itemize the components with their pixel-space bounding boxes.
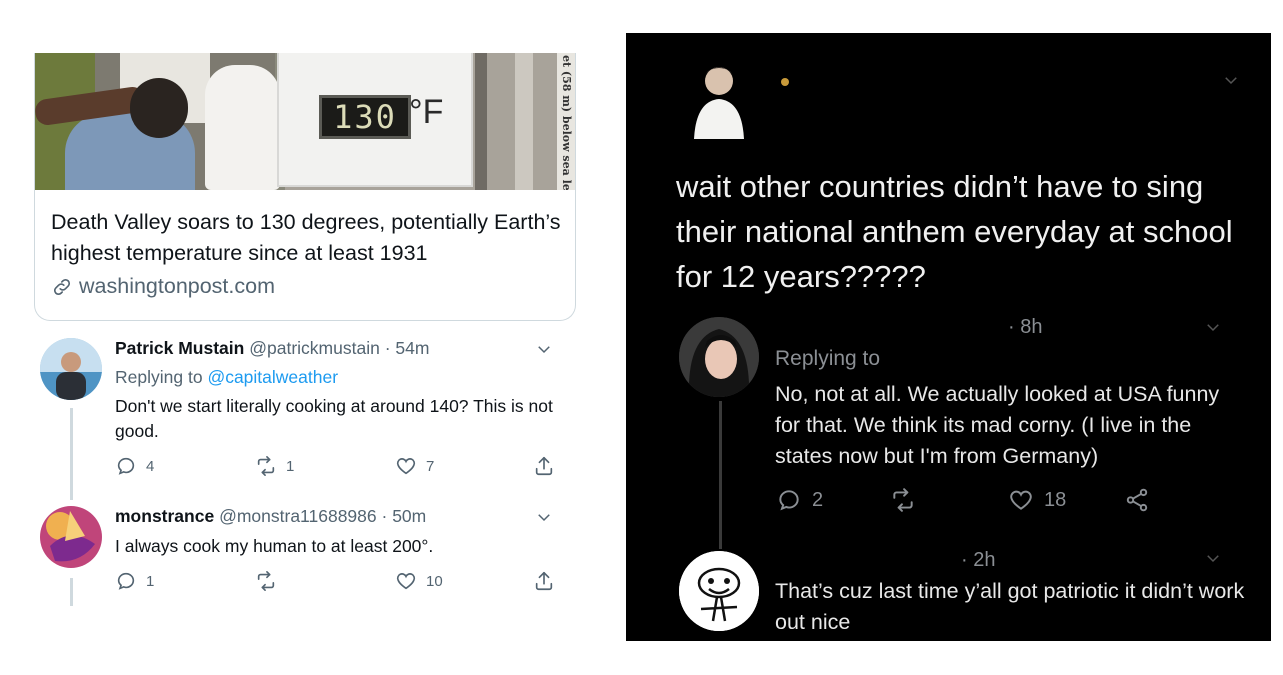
reply1-timestamp[interactable]: · 8h bbox=[1008, 316, 1042, 339]
card-domain-link[interactable]: washingtonpost.com bbox=[51, 274, 275, 299]
dark-tweet-screenshot: wait other countries didn’t have to sing… bbox=[626, 33, 1271, 641]
tweet-header: monstrance @monstra11688986 · 50m bbox=[115, 506, 426, 527]
reply2-text: That’s cuz last time y’all got patriotic… bbox=[775, 579, 1245, 634]
thread-line bbox=[719, 401, 722, 549]
card-title[interactable]: Death Valley soars to 130 degrees, poten… bbox=[51, 207, 566, 269]
reply2-timestamp[interactable]: · 2h bbox=[961, 549, 995, 572]
display-name[interactable]: Patrick Mustain bbox=[115, 338, 244, 358]
heart-icon bbox=[396, 573, 416, 590]
like-count: 10 bbox=[426, 572, 443, 590]
handle[interactable]: @monstra11688986 bbox=[219, 506, 377, 526]
replying-to: Replying to @capitalweather bbox=[115, 367, 338, 388]
share-button[interactable] bbox=[533, 570, 555, 592]
tweet-header: Patrick Mustain @patrickmustain · 54m bbox=[115, 338, 429, 359]
thermometer-reading: 130 bbox=[319, 95, 411, 139]
like-button[interactable]: 18 bbox=[1008, 487, 1066, 513]
share-button[interactable] bbox=[533, 455, 555, 477]
replying-to-label: Replying to bbox=[115, 367, 203, 387]
retweet-icon bbox=[893, 488, 913, 512]
avatar[interactable] bbox=[40, 338, 102, 400]
avatar[interactable] bbox=[686, 59, 752, 139]
heart-icon bbox=[396, 458, 416, 475]
tweet-actions: 4 1 7 bbox=[115, 455, 565, 479]
reply1-actions: 2 18 bbox=[776, 487, 1176, 515]
heart-icon bbox=[1010, 490, 1032, 510]
reply-icon bbox=[779, 490, 799, 511]
reply-count: 1 bbox=[146, 572, 155, 590]
like-button[interactable]: 7 bbox=[395, 455, 434, 477]
like-count: 18 bbox=[1044, 488, 1067, 511]
tweet-actions: 1 10 bbox=[115, 570, 565, 594]
chevron-down-icon[interactable] bbox=[1204, 549, 1222, 567]
tweet-text: I always cook my human to at least 200°. bbox=[115, 536, 434, 556]
heart-emoji-icon bbox=[781, 78, 789, 86]
retweet-button[interactable]: 1 bbox=[255, 455, 294, 477]
link-preview-card[interactable]: 130 °F et (58 m) below sea level Death V… bbox=[34, 53, 576, 321]
like-count: 7 bbox=[426, 457, 435, 475]
chevron-down-icon[interactable] bbox=[535, 340, 553, 358]
chevron-down-icon[interactable] bbox=[1204, 318, 1222, 336]
card-domain: washingtonpost.com bbox=[79, 274, 275, 298]
retweet-icon bbox=[257, 571, 275, 591]
reply-count: 4 bbox=[146, 457, 155, 475]
tweet-monstrance[interactable]: monstrance @monstra11688986 · 50m I alwa… bbox=[40, 506, 570, 616]
reply-icon bbox=[117, 572, 135, 590]
retweet-count: 1 bbox=[286, 457, 295, 475]
reply-count: 2 bbox=[812, 488, 824, 511]
image-side-caption: et (58 m) below sea level bbox=[560, 55, 573, 190]
thermometer-sign: 130 °F bbox=[277, 53, 473, 187]
tweet-text: Don't we start literally cooking at arou… bbox=[115, 396, 553, 441]
avatar[interactable] bbox=[679, 317, 759, 397]
avatar[interactable] bbox=[679, 551, 759, 631]
share-icon bbox=[535, 571, 553, 591]
retweet-icon bbox=[257, 456, 275, 476]
link-icon bbox=[53, 278, 71, 295]
card-image: 130 °F et (58 m) below sea level bbox=[35, 53, 575, 190]
retweet-button[interactable] bbox=[890, 487, 916, 513]
timestamp[interactable]: · 50m bbox=[382, 506, 427, 526]
main-post-text: wait other countries didn’t have to sing… bbox=[676, 169, 1233, 294]
like-button[interactable]: 10 bbox=[395, 570, 443, 592]
share-icon bbox=[535, 456, 553, 476]
tweet-patrick-mustain[interactable]: Patrick Mustain @patrickmustain · 54m Re… bbox=[40, 338, 570, 500]
replying-to-handle[interactable]: @capitalweather bbox=[207, 367, 338, 387]
thermometer-unit: °F bbox=[409, 93, 444, 131]
chevron-down-icon[interactable] bbox=[1222, 71, 1240, 89]
share-nodes-icon bbox=[1126, 488, 1148, 512]
timestamp[interactable]: · 54m bbox=[385, 338, 430, 358]
share-button[interactable] bbox=[1124, 487, 1150, 513]
reply-button[interactable]: 4 bbox=[115, 455, 154, 477]
display-name[interactable]: monstrance bbox=[115, 506, 214, 526]
handle[interactable]: @patrickmustain bbox=[249, 338, 380, 358]
reply-button[interactable]: 1 bbox=[115, 570, 154, 592]
reply-icon bbox=[117, 457, 135, 475]
chevron-down-icon[interactable] bbox=[535, 508, 553, 526]
reply1-text: No, not at all. We actually looked at US… bbox=[775, 382, 1220, 468]
light-tweet-screenshot: 130 °F et (58 m) below sea level Death V… bbox=[0, 0, 600, 675]
retweet-button[interactable] bbox=[255, 570, 277, 592]
avatar[interactable] bbox=[40, 506, 102, 568]
reply-button[interactable]: 2 bbox=[776, 487, 823, 513]
replying-to-label: Replying to bbox=[775, 347, 881, 370]
